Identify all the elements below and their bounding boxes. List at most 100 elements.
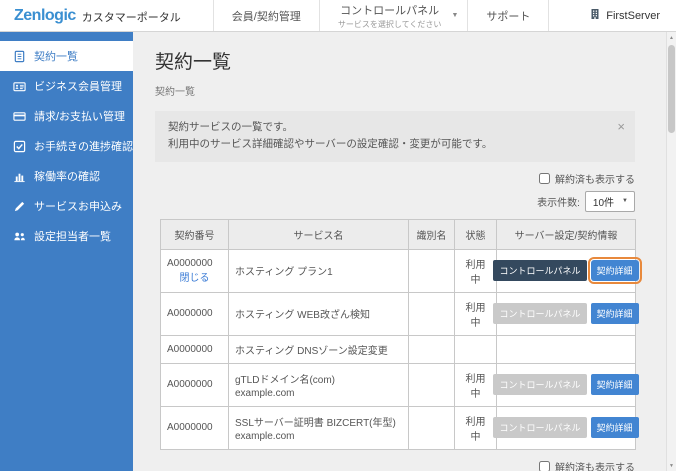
breadcrumb: 契約一覧 — [155, 87, 195, 98]
nav-item-control-panel[interactable]: コントロールパネル サービスを選択してください ▼ — [318, 0, 468, 31]
control-panel-button[interactable]: コントロールパネル — [493, 260, 587, 282]
show-cancelled-checkbox[interactable] — [539, 460, 550, 471]
contract-detail-button[interactable]: 契約詳細 — [590, 303, 639, 325]
sidebar-item-label: サービスお申込み — [34, 201, 122, 213]
scroll-up-icon[interactable]: ▲ — [667, 32, 676, 43]
col-service-name: サービス名 — [228, 218, 409, 250]
notice-box: 契約サービスの一覧です。 利用中のサービス詳細確認やサーバーの設定確認・変更が可… — [155, 111, 635, 162]
contract-number-cell: A0000000 閉じる — [160, 248, 229, 293]
close-icon[interactable]: × — [617, 116, 625, 137]
actions-cell: コントロールパネル 契約詳細 — [493, 248, 642, 293]
nav-label: コントロールパネル — [340, 4, 440, 17]
sidebar-item-label: ビジネス会員管理 — [34, 81, 122, 93]
table-row: A0000000 閉じる ホスティング プラン1 利用中 コントロールパネル 契… — [160, 248, 642, 293]
sidebar-item-billing[interactable]: 請求/お支払い管理 — [0, 101, 133, 131]
status-cell — [454, 334, 497, 364]
col-identifier: 識別名 — [408, 218, 455, 250]
table-row: A0000000 SSLサーバー証明書 BIZCERT(年型) example.… — [160, 405, 639, 450]
identifier-cell — [408, 248, 455, 293]
notice-line2: 利用中のサービス詳細確認やサーバーの設定確認・変更が可能です。 — [168, 138, 493, 151]
id-card-icon — [13, 80, 26, 93]
app-logo[interactable]: Zenlogic カスタマーポータル — [0, 0, 195, 31]
users-icon — [13, 230, 26, 243]
vertical-scrollbar[interactable]: ▲ ▼ — [666, 32, 676, 471]
sidebar-item-label: 請求/お支払い管理 — [34, 111, 126, 123]
table-row: A0000000 ホスティング WEB改ざん検知 利用中 コントロールパネル 契… — [160, 291, 639, 336]
contract-number-cell: A0000000 — [160, 334, 229, 364]
top-list-controls: 解約済も表示する 表示件数: 10件 ▼ — [133, 171, 635, 212]
actions-cell — [496, 334, 636, 364]
sidebar-item-uptime[interactable]: 稼働率の確認 — [0, 161, 133, 191]
identifier-cell — [408, 291, 455, 336]
service-name: SSLサーバー証明書 BIZCERT(年型) — [235, 417, 396, 429]
service-name: ホスティング プラン1 — [235, 267, 333, 279]
zenlogic-logo: Zenlogic — [14, 6, 76, 24]
col-server-settings: サーバー設定/契約情報 — [496, 218, 636, 250]
pencil-icon — [13, 200, 26, 213]
status-cell: 利用中 — [454, 362, 497, 407]
control-panel-button[interactable]: コントロールパネル — [493, 417, 587, 439]
sidebar-item-service-application[interactable]: サービスお申込み — [0, 191, 133, 221]
table-row: A0000000 gTLDドメイン名(com) example.com 利用中 … — [160, 362, 639, 407]
service-subname: example.com — [235, 387, 295, 399]
nav-label: サポート — [486, 10, 531, 23]
identifier-cell — [408, 334, 455, 364]
contract-detail-button[interactable]: 契約詳細 — [587, 257, 642, 285]
show-cancelled-row: 解約済も表示する — [539, 459, 635, 471]
identifier-cell — [408, 405, 455, 450]
contract-number: A0000000 — [167, 343, 213, 355]
collapse-link[interactable]: 閉じる — [167, 271, 222, 286]
contract-number: A0000000 — [167, 257, 213, 269]
sidebar: 契約一覧 ビジネス会員管理 請求/お支払い管理 お手続きの進捗確認 稼働率の確認… — [0, 32, 133, 471]
nav-sublabel: サービスを選択してください — [337, 19, 442, 29]
check-icon — [13, 140, 26, 153]
account-menu[interactable]: FirstServer — [589, 0, 676, 31]
status-cell: 利用中 — [454, 291, 497, 336]
sidebar-item-contract-list[interactable]: 契約一覧 — [0, 41, 133, 71]
sidebar-item-business-members[interactable]: ビジネス会員管理 — [0, 71, 133, 101]
actions-cell: コントロールパネル 契約詳細 — [493, 362, 639, 407]
page-size-label: 表示件数: — [537, 197, 580, 209]
page-size-select[interactable]: 10件 ▼ — [584, 190, 635, 212]
service-subname: example.com — [235, 430, 295, 442]
main-content: 契約一覧 契約一覧 契約サービスの一覧です。 利用中のサービス詳細確認やサーバー… — [133, 32, 666, 471]
building-icon — [589, 8, 601, 23]
status-cell: 利用中 — [454, 248, 497, 293]
chevron-down-icon: ▼ — [451, 12, 459, 19]
show-cancelled-label: 解約済も表示する — [555, 462, 635, 471]
identifier-cell — [408, 362, 455, 407]
actions-cell: コントロールパネル 契約詳細 — [493, 405, 639, 450]
sidebar-item-progress-check[interactable]: お手続きの進捗確認 — [0, 131, 133, 161]
service-name-cell: ホスティング WEB改ざん検知 — [228, 291, 409, 336]
top-header: Zenlogic カスタマーポータル 会員/契約管理 コントロールパネル サービ… — [0, 0, 676, 32]
contract-detail-button[interactable]: 契約詳細 — [590, 417, 639, 439]
portal-label: カスタマーポータル — [81, 12, 181, 24]
bar-chart-icon — [13, 170, 26, 183]
control-panel-button[interactable]: コントロールパネル — [493, 374, 587, 396]
scrollbar-thumb[interactable] — [668, 45, 675, 133]
service-name: gTLDドメイン名(com) — [235, 374, 336, 386]
status-cell: 利用中 — [454, 405, 497, 450]
scroll-down-icon[interactable]: ▼ — [667, 460, 676, 471]
nav-item-support[interactable]: サポート — [467, 0, 550, 31]
table-header-row: 契約番号 サービス名 識別名 状態 サーバー設定/契約情報 — [160, 218, 636, 250]
nav-item-member-contract[interactable]: 会員/契約管理 — [212, 0, 319, 31]
page-title: 契約一覧 — [155, 52, 232, 73]
table-row: A0000000 ホスティング DNSゾーン設定変更 — [160, 334, 636, 364]
control-panel-button[interactable]: コントロールパネル — [493, 303, 587, 325]
nav-label: 会員/契約管理 — [231, 10, 301, 23]
bottom-list-controls: 解約済も表示する 表示件数: 10件 ▼ — [133, 459, 635, 471]
service-name: ホスティング DNSゾーン設定変更 — [235, 345, 388, 357]
actions-cell: コントロールパネル 契約詳細 — [493, 291, 639, 336]
contract-number: A0000000 — [167, 379, 213, 391]
show-cancelled-checkbox[interactable] — [539, 172, 550, 184]
sidebar-item-admin-list[interactable]: 設定担当者一覧 — [0, 221, 133, 251]
sidebar-item-label: お手続きの進捗確認 — [34, 141, 133, 153]
contract-detail-button[interactable]: 契約詳細 — [590, 374, 639, 396]
contract-number: A0000000 — [167, 308, 213, 320]
page-size-row: 表示件数: 10件 ▼ — [537, 190, 635, 212]
header-nav: 会員/契約管理 コントロールパネル サービスを選択してください ▼ サポート — [212, 0, 550, 31]
chevron-down-icon: ▼ — [622, 198, 628, 205]
sidebar-item-label: 稼働率の確認 — [34, 171, 100, 183]
service-name-cell: gTLDドメイン名(com) example.com — [228, 362, 409, 407]
